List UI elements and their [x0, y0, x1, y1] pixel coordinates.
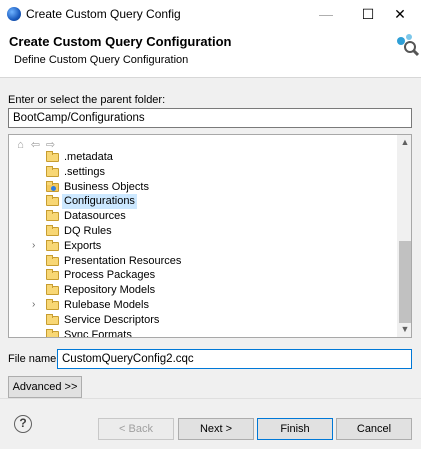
finish-button[interactable]: Finish [257, 418, 333, 440]
next-button[interactable]: Next > [178, 418, 254, 440]
tree-item-label: Rulebase Models [64, 298, 149, 311]
folder-icon [46, 165, 59, 177]
tree-scrollbar[interactable]: ▲ ▼ [397, 135, 411, 337]
folder-icon [46, 284, 59, 296]
folder-icon [46, 269, 59, 281]
tree-item-label: Repository Models [64, 284, 156, 297]
tree-item-label: Datasources [64, 210, 126, 223]
tree-item-label: Presentation Resources [64, 254, 182, 267]
cancel-button[interactable]: Cancel [336, 418, 412, 440]
expand-chevron-icon[interactable]: › [32, 298, 35, 313]
wizard-header: Create Custom Query Configuration Define… [0, 28, 421, 72]
tree-item[interactable]: Service Descriptors [9, 313, 395, 328]
tree-item[interactable]: Datasources [9, 209, 395, 224]
back-button[interactable]: < Back [98, 418, 174, 440]
window-title: Create Custom Query Config [26, 7, 181, 21]
tree-item-label: .settings [64, 165, 105, 178]
title-bar[interactable]: Create Custom Query Config — ☐ ✕ [0, 0, 421, 28]
scroll-thumb[interactable] [399, 241, 411, 323]
folder-tree[interactable]: ⌂ ⇦ ⇨ .metadata .settings Business Objects Co… [8, 134, 412, 338]
folder-icon [46, 254, 59, 266]
scroll-up-icon[interactable]: ▲ [397, 137, 411, 147]
tree-item-label: Service Descriptors [64, 313, 160, 326]
special-folder-icon [46, 180, 59, 192]
tree-item[interactable]: DQ Rules [9, 224, 395, 239]
tree-item[interactable]: Process Packages [9, 268, 395, 283]
app-globe-icon [7, 7, 21, 21]
tree-item[interactable]: .metadata [9, 150, 395, 165]
tree-item[interactable]: Presentation Resources [9, 254, 395, 269]
parent-folder-input[interactable] [8, 108, 412, 128]
wizard-subtitle: Define Custom Query Configuration [14, 54, 189, 66]
help-icon[interactable]: ? [14, 415, 32, 433]
folder-icon [46, 298, 59, 310]
expand-chevron-icon[interactable]: › [32, 239, 35, 254]
scroll-down-icon[interactable]: ▼ [397, 324, 411, 334]
wizard-banner-icon [397, 34, 419, 57]
folder-icon [46, 210, 59, 222]
tree-item-label: Sync Formats [64, 328, 132, 338]
file-name-input[interactable] [57, 349, 412, 369]
tree-items: .metadata .settings Business Objects Config… [9, 150, 395, 338]
minimize-button[interactable]: — [305, 0, 347, 28]
folder-icon [46, 151, 59, 162]
tree-item-label: Exports [64, 239, 102, 252]
tree-item-label: Business Objects [64, 180, 149, 193]
tree-item[interactable]: Configurations [9, 194, 395, 210]
tree-item[interactable]: .settings [9, 165, 395, 180]
folder-icon [46, 328, 59, 337]
tree-item-label: Process Packages [64, 269, 156, 282]
wizard-title: Create Custom Query Configuration [9, 34, 232, 49]
folder-icon [46, 195, 59, 207]
parent-folder-label: Enter or select the parent folder: [8, 94, 166, 106]
file-name-label: File name: [8, 353, 60, 365]
tree-item-label: .metadata [64, 151, 113, 163]
folder-icon [46, 239, 59, 251]
tree-item[interactable]: Sync Formats [9, 328, 395, 338]
tree-item[interactable]: Business Objects [9, 180, 395, 195]
tree-item-label: Configurations [62, 194, 137, 210]
tree-item[interactable]: › Exports [9, 239, 395, 254]
close-button[interactable]: ✕ [379, 0, 421, 28]
folder-icon [46, 224, 59, 236]
wizard-content: Enter or select the parent folder: ⌂⇦⇨ .… [0, 77, 421, 398]
folder-icon [46, 313, 59, 325]
advanced-button[interactable]: Advanced >> [8, 376, 82, 398]
tree-item[interactable]: Repository Models [9, 283, 395, 298]
tree-item-label: DQ Rules [64, 224, 112, 237]
tree-item[interactable]: › Rulebase Models [9, 298, 395, 313]
